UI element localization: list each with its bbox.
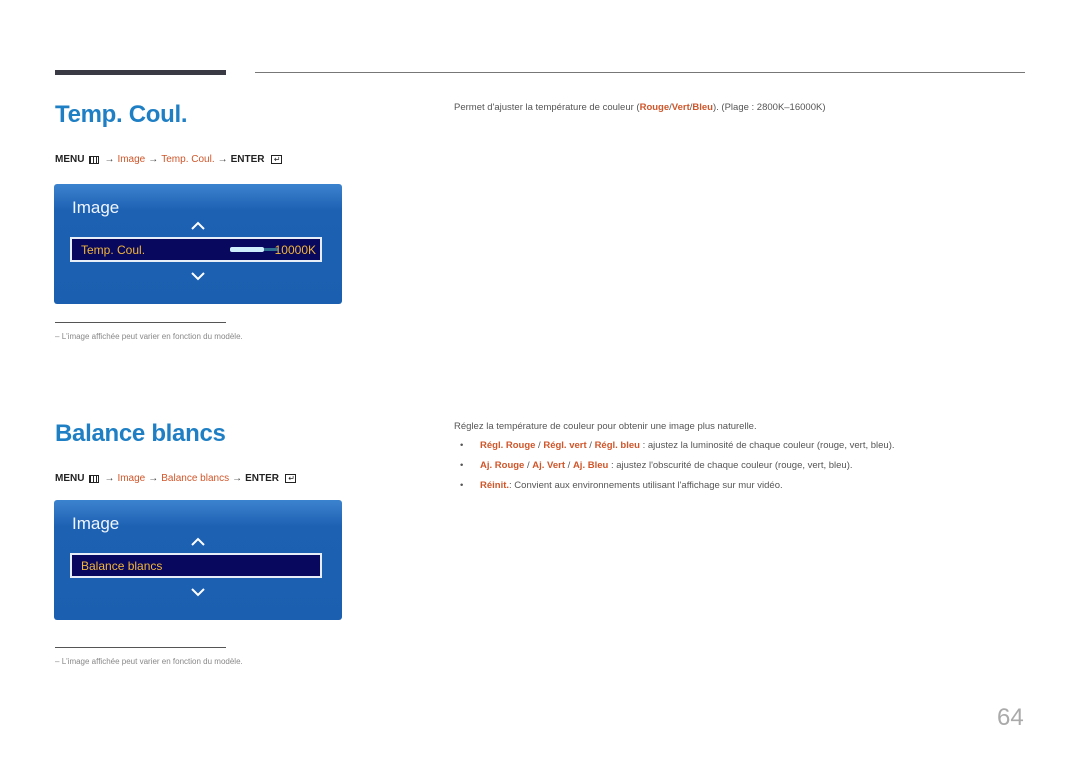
header-rule-thin xyxy=(255,72,1025,73)
temp-slider-fill xyxy=(230,247,264,252)
description-temp-coul: Permet d'ajuster la température de coule… xyxy=(454,102,825,113)
desc-term-rouge: Rouge xyxy=(639,102,670,113)
option-term: Aj. Bleu xyxy=(572,460,609,471)
section-title-temp-coul: Temp. Coul. xyxy=(55,101,188,128)
path-arrow: → xyxy=(232,473,243,484)
menu-path-temp-coul: MENU → Image → Temp. Coul. → ENTER ↵ xyxy=(55,154,282,165)
desc-term-vert: Vert xyxy=(671,102,690,113)
path-item-image: Image xyxy=(117,473,146,484)
desc-text: ). (Plage : 2800K–16000K) xyxy=(712,102,826,113)
footnote-rule xyxy=(55,647,226,648)
option-term: Régl. vert xyxy=(543,440,587,451)
path-arrow: → xyxy=(217,154,228,165)
option-term: Aj. Rouge xyxy=(480,460,525,471)
footnote-rule xyxy=(55,322,226,323)
chevron-up-icon[interactable] xyxy=(190,536,206,548)
osd-item-value: 10000K xyxy=(274,243,316,257)
enter-keyword: ENTER xyxy=(245,473,279,484)
page-number: 64 xyxy=(997,704,1024,731)
footnote: – L'image affichée peut varier en foncti… xyxy=(55,332,243,341)
osd-selected-item[interactable]: Balance blancs xyxy=(70,553,322,578)
footnote-dash: – xyxy=(55,332,60,341)
list-item: • Régl. Rouge / Régl. vert / Régl. bleu :… xyxy=(460,440,895,460)
menu-path-balance-blancs: MENU → Image → Balance blancs → ENTER ↵ xyxy=(55,473,296,484)
option-term: Régl. bleu xyxy=(594,440,640,451)
header-rule-thick xyxy=(55,70,226,75)
path-arrow: → xyxy=(104,154,115,165)
balance-options-list: • Régl. Rouge / Régl. vert / Régl. bleu :… xyxy=(460,440,895,500)
list-item-text: Réinit.: Convient aux environnements uti… xyxy=(480,480,783,491)
menu-grid-icon xyxy=(89,155,100,164)
temp-slider[interactable] xyxy=(230,247,278,252)
chevron-down-icon[interactable] xyxy=(190,270,206,282)
list-item-text: Aj. Rouge / Aj. Vert / Aj. Bleu : ajuste… xyxy=(480,460,853,471)
osd-selected-item[interactable]: Temp. Coul. 10000K xyxy=(70,237,322,262)
enter-return-icon: ↵ xyxy=(284,474,296,483)
path-item-temp-coul: Temp. Coul. xyxy=(161,154,215,165)
osd-menu-temp-coul: Image Temp. Coul. 10000K xyxy=(54,184,342,304)
menu-keyword: MENU xyxy=(55,473,85,484)
desc-text: Permet d'ajuster la température de coule… xyxy=(454,102,640,113)
footnote-text: L'image affichée peut varier en fonction… xyxy=(61,332,243,341)
osd-menu-balance-blancs: Image Balance blancs xyxy=(54,500,342,620)
path-item-balance-blancs: Balance blancs xyxy=(161,473,230,484)
osd-item-label: Balance blancs xyxy=(81,559,163,573)
desc-term-bleu: Bleu xyxy=(692,102,713,113)
bullet-dot: • xyxy=(460,460,464,471)
option-term: Régl. Rouge xyxy=(480,440,536,451)
footnote: – L'image affichée peut varier en foncti… xyxy=(55,657,243,666)
enter-keyword: ENTER xyxy=(230,154,265,165)
path-arrow: → xyxy=(148,473,159,484)
osd-title: Image xyxy=(72,198,120,217)
option-term: Réinit. xyxy=(480,480,510,491)
osd-item-label: Temp. Coul. xyxy=(81,243,146,257)
enter-return-icon: ↵ xyxy=(270,155,282,164)
section-title-balance-blancs: Balance blancs xyxy=(55,420,226,447)
description-balance-blancs: Réglez la température de couleur pour ob… xyxy=(454,421,757,432)
option-term: Aj. Vert xyxy=(532,460,566,471)
list-item-text: Régl. Rouge / Régl. vert / Régl. bleu : … xyxy=(480,440,895,451)
footnote-text: L'image affichée peut varier en fonction… xyxy=(61,657,243,666)
osd-title: Image xyxy=(72,514,120,533)
path-item-image: Image xyxy=(117,154,146,165)
list-item: • Aj. Rouge / Aj. Vert / Aj. Bleu : ajust… xyxy=(460,460,895,480)
menu-keyword: MENU xyxy=(55,154,85,165)
bullet-dot: • xyxy=(460,480,464,491)
chevron-down-icon[interactable] xyxy=(190,586,206,598)
list-item: • Réinit.: Convient aux environnements ut… xyxy=(460,480,895,500)
footnote-dash: – xyxy=(55,657,60,666)
path-arrow: → xyxy=(104,473,115,484)
bullet-dot: • xyxy=(460,440,464,451)
path-arrow: → xyxy=(148,154,159,165)
menu-grid-icon xyxy=(89,474,100,483)
chevron-up-icon[interactable] xyxy=(190,220,206,232)
